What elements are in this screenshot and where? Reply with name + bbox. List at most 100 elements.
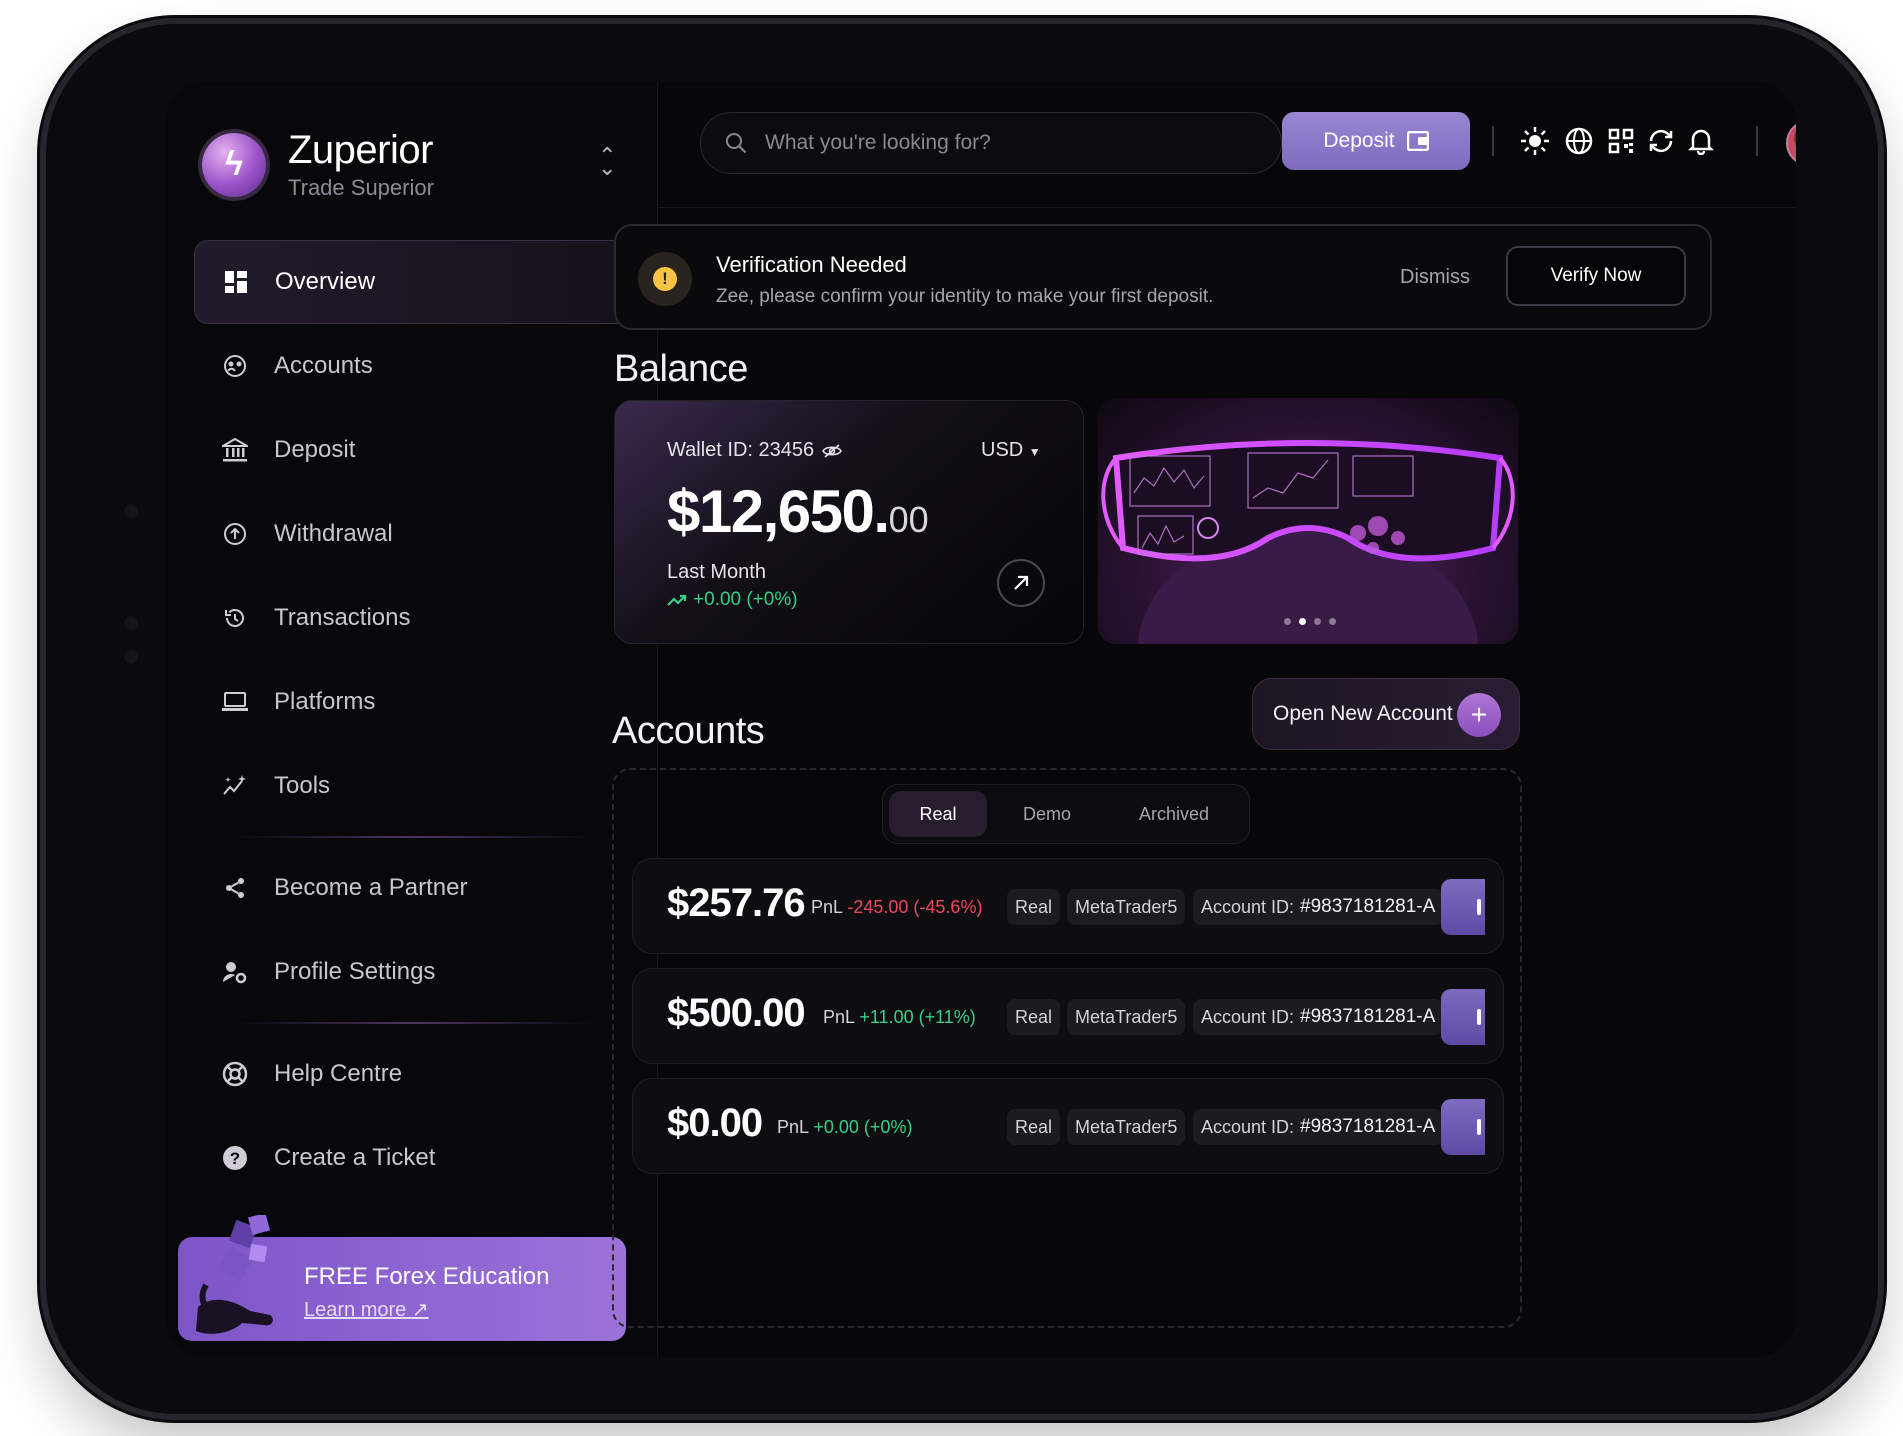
sidebar-item-label: Deposit <box>274 436 356 463</box>
sidebar-item-label: Transactions <box>274 604 411 631</box>
accounts-heading: Accounts <box>612 710 765 752</box>
account-pnl: PnL -245.00 (-45.6%) <box>811 897 983 917</box>
deposit-button-label: Deposit <box>1323 129 1395 152</box>
divider <box>1756 126 1758 156</box>
account-row[interactable]: $500.00 PnL +11.00 (+11%) Real MetaTrade… <box>632 968 1504 1064</box>
sidebar-item-transactions[interactable]: Transactions <box>194 576 634 660</box>
dismiss-button[interactable]: Dismiss <box>1400 266 1470 289</box>
verification-title: Verification Needed <box>716 252 907 277</box>
sidebar-item-label: Help Centre <box>274 1060 403 1087</box>
account-id-badge: Account ID: #9837181281-A <box>1193 999 1444 1035</box>
history-icon <box>220 603 250 633</box>
sidebar-item-tools[interactable]: Tools <box>194 744 634 828</box>
accounts-panel: Real Demo Archived $257.76 PnL -245.00 (… <box>612 768 1522 1328</box>
dashboard-icon <box>221 267 251 297</box>
plus-icon: + <box>1457 693 1501 737</box>
carousel-dot[interactable] <box>1329 618 1336 625</box>
arrow-up-right-icon[interactable] <box>997 559 1045 607</box>
sidebar-item-create-ticket[interactable]: ? Create a Ticket <box>194 1116 634 1200</box>
sidebar-item-withdrawal[interactable]: Withdrawal <box>194 492 634 576</box>
sidebar-item-label: Profile Settings <box>274 958 436 985</box>
app-screen: ϟ Zuperior Trade Superior ⌃ ⌄ Overview A… <box>166 82 1796 1357</box>
nav-divider <box>234 836 594 838</box>
brand-tagline: Trade Superior <box>288 175 434 200</box>
search-bar[interactable] <box>700 112 1282 174</box>
bank-icon <box>220 435 250 465</box>
account-type-badge: Real <box>1007 889 1061 925</box>
nav-divider <box>234 1022 594 1024</box>
verify-now-button[interactable]: Verify Now <box>1506 246 1686 306</box>
sidebar-item-label: Accounts <box>274 352 373 379</box>
sidebar-item-accounts[interactable]: Accounts <box>194 324 634 408</box>
learn-more-link[interactable]: Learn more ↗ <box>304 1297 429 1322</box>
balance-heading: Balance <box>614 348 748 390</box>
carousel-dot[interactable] <box>1314 618 1321 625</box>
camera-dot <box>124 504 138 518</box>
account-action-button[interactable] <box>1441 1099 1485 1155</box>
refresh-icon[interactable] <box>1644 124 1678 158</box>
sidebar-item-overview[interactable]: Overview <box>194 240 634 324</box>
open-new-account-button[interactable]: Open New Account + <box>1252 678 1520 750</box>
qr-code-icon[interactable] <box>1604 124 1638 158</box>
tab-real[interactable]: Real <box>889 791 987 837</box>
account-tabs: Real Demo Archived <box>882 784 1250 844</box>
sun-icon[interactable] <box>1518 124 1552 158</box>
sidebar-item-profile-settings[interactable]: Profile Settings <box>194 930 634 1014</box>
withdraw-icon <box>220 519 250 549</box>
globe-icon[interactable] <box>1562 124 1596 158</box>
brand[interactable]: ϟ Zuperior Trade Superior <box>202 128 434 201</box>
sidebar-item-platforms[interactable]: Platforms <box>194 660 634 744</box>
arrow-up-right-icon: ↗ <box>411 1299 429 1321</box>
account-type-badge: Real <box>1007 999 1061 1035</box>
user-settings-icon <box>220 957 250 987</box>
search-icon <box>726 133 747 154</box>
deposit-button[interactable]: Deposit <box>1282 112 1470 170</box>
share-icon <box>220 873 250 903</box>
laptop-icon <box>220 687 250 717</box>
svg-text:?: ? <box>230 1149 240 1168</box>
currency-select[interactable]: USD ▼ <box>981 439 1041 462</box>
wallet-icon <box>1406 131 1429 151</box>
bell-icon[interactable] <box>1684 124 1718 158</box>
account-balance: $0.00 <box>667 1101 763 1145</box>
account-action-button[interactable] <box>1441 879 1485 935</box>
top-bar: Deposit <box>658 82 1796 208</box>
promo-title: FREE Forex Education <box>304 1263 550 1290</box>
platform-badge: MetaTrader5 <box>1067 889 1186 925</box>
forex-education-banner[interactable]: FREE Forex Education Learn more ↗ <box>178 1215 626 1341</box>
account-pnl: PnL +0.00 (+0%) <box>777 1117 913 1137</box>
sidebar-item-label: Platforms <box>274 688 376 715</box>
sidebar-item-deposit[interactable]: Deposit <box>194 408 634 492</box>
balance-amount: $12,650.00 <box>667 478 929 545</box>
sidebar: ϟ Zuperior Trade Superior ⌃ ⌄ Overview A… <box>166 82 658 1357</box>
sidebar-item-become-partner[interactable]: Become a Partner <box>194 846 634 930</box>
warning-icon: ! <box>638 252 692 306</box>
sidebar-nav: Overview Accounts Deposit Withdrawal Tra… <box>194 240 634 1200</box>
sidebar-item-label: Withdrawal <box>274 520 393 547</box>
carousel-dot[interactable] <box>1299 618 1306 625</box>
sparkles-icon <box>220 771 250 801</box>
caret-down-icon: ▼ <box>1028 445 1041 459</box>
eye-off-icon[interactable] <box>822 443 843 459</box>
carousel-dot[interactable] <box>1284 618 1291 625</box>
brand-logo: ϟ <box>202 132 266 197</box>
account-action-button[interactable] <box>1441 989 1485 1045</box>
sidebar-item-help-centre[interactable]: Help Centre <box>194 1032 634 1116</box>
chevron-up-down-icon[interactable]: ⌃ ⌄ <box>598 145 616 179</box>
verification-banner: ! Verification Needed Zee, please confir… <box>614 224 1712 330</box>
sidebar-item-label: Become a Partner <box>274 874 468 901</box>
account-row[interactable]: $257.76 PnL -245.00 (-45.6%) Real MetaTr… <box>632 858 1504 954</box>
account-type-badge: Real <box>1007 1109 1061 1145</box>
tablet-frame: ϟ Zuperior Trade Superior ⌃ ⌄ Overview A… <box>46 24 1878 1414</box>
vr-goggles-illustration <box>1101 440 1515 644</box>
user-avatar[interactable] <box>1786 120 1796 166</box>
promo-carousel[interactable] <box>1098 398 1518 644</box>
account-row[interactable]: $0.00 PnL +0.00 (+0%) Real MetaTrader5 A… <box>632 1078 1504 1174</box>
account-pnl: PnL +11.00 (+11%) <box>823 1007 976 1027</box>
sidebar-item-label: Tools <box>274 772 331 799</box>
tab-archived[interactable]: Archived <box>1107 791 1241 837</box>
sidebar-item-label: Overview <box>275 268 376 295</box>
search-input[interactable] <box>765 131 1245 155</box>
sidebar-item-label: Create a Ticket <box>274 1144 436 1171</box>
tab-demo[interactable]: Demo <box>987 791 1107 837</box>
